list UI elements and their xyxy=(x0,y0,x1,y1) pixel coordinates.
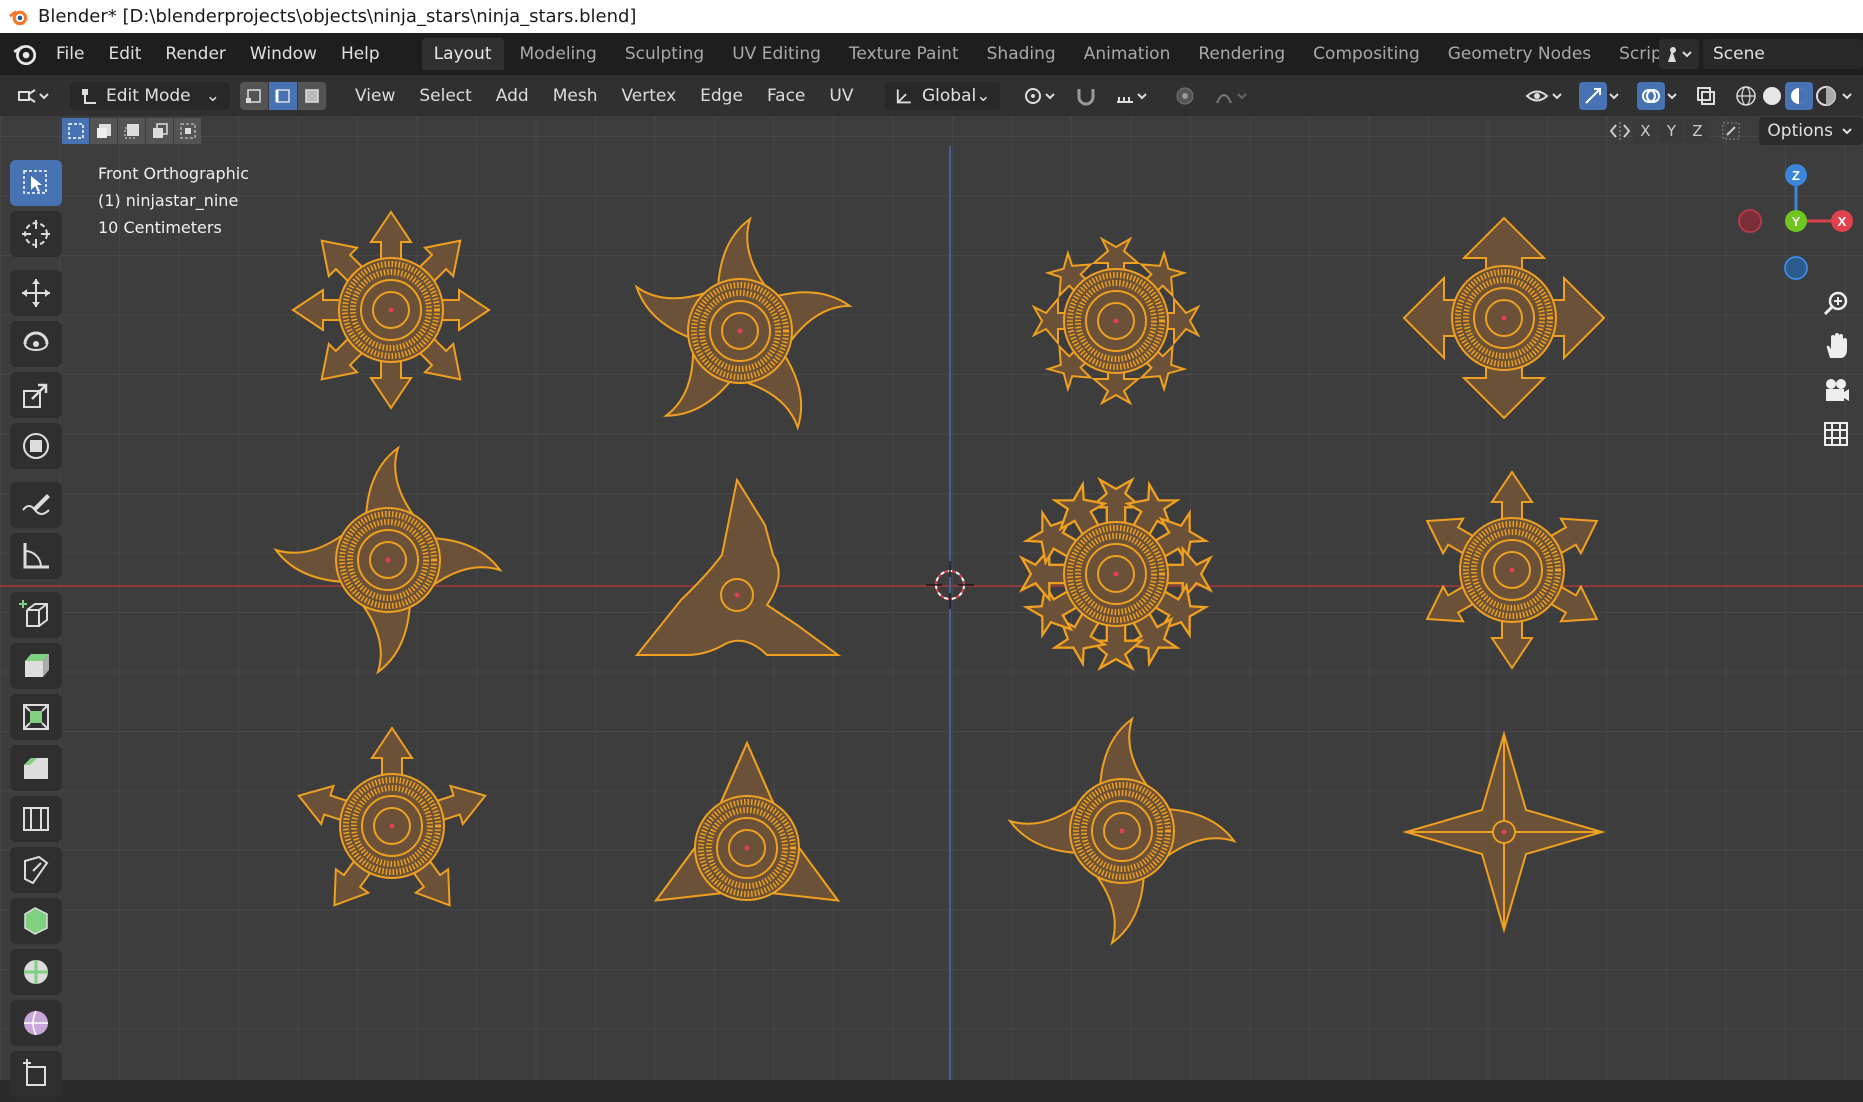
ninja-star-9[interactable] xyxy=(291,727,493,919)
ninja-star-8[interactable] xyxy=(1416,471,1608,669)
ninja-star-6[interactable] xyxy=(634,477,842,656)
ninja-star-11[interactable] xyxy=(1009,718,1235,944)
ninja-stars-canvas[interactable] xyxy=(0,0,1863,1080)
3d-cursor[interactable] xyxy=(926,561,974,609)
ninja-star-10[interactable] xyxy=(640,741,854,928)
ninja-star-3[interactable] xyxy=(1033,238,1199,404)
ninja-star-2[interactable] xyxy=(625,218,856,438)
ninja-star-1[interactable] xyxy=(292,211,490,409)
ninja-star-5[interactable] xyxy=(275,447,501,673)
ninja-star-4[interactable] xyxy=(1403,217,1605,419)
ninja-star-7[interactable] xyxy=(1020,478,1212,670)
ninja-star-12[interactable] xyxy=(1402,730,1606,934)
